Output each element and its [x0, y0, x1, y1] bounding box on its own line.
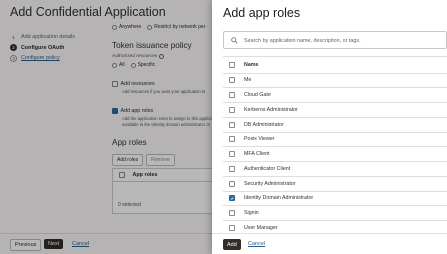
- add-button[interactable]: Add: [223, 239, 241, 250]
- role-name: Posix Viewer: [244, 136, 275, 143]
- app-roles-list: Name Me Cloud Gate Kerberos Administrator D…: [223, 56, 447, 236]
- list-item[interactable]: Security Administrator: [223, 177, 447, 192]
- role-name: Authenticator Client: [244, 165, 291, 172]
- role-name: User Manager: [244, 224, 278, 231]
- list-item[interactable]: Cloud Gate: [223, 88, 447, 104]
- list-item[interactable]: Signin: [223, 206, 447, 222]
- search-icon: [231, 37, 238, 44]
- role-name: Identity Domain Administrator: [244, 195, 314, 202]
- row-checkbox[interactable]: [229, 136, 235, 143]
- search-input[interactable]: [244, 33, 444, 48]
- role-name: MFA Client: [244, 151, 270, 158]
- list-header: Name: [223, 56, 447, 74]
- drawer-title: Add app roles: [223, 6, 301, 20]
- list-item[interactable]: DB Administrator: [223, 118, 447, 133]
- row-checkbox[interactable]: [229, 210, 235, 217]
- list-item[interactable]: Posix Viewer: [223, 133, 447, 148]
- check-icon: [230, 197, 234, 200]
- row-checkbox[interactable]: [229, 180, 235, 187]
- role-name: DB Administrator: [244, 121, 284, 128]
- role-name: Me: [244, 77, 252, 84]
- row-checkbox[interactable]: [229, 195, 235, 202]
- row-checkbox[interactable]: [229, 92, 235, 99]
- row-checkbox[interactable]: [229, 224, 235, 231]
- drawer-footer: Add Cancel: [212, 233, 447, 254]
- list-item[interactable]: Authenticator Client: [223, 162, 447, 177]
- role-name: Signin: [244, 210, 259, 217]
- list-item[interactable]: MFA Client: [223, 147, 447, 163]
- role-name: Security Administrator: [244, 180, 296, 187]
- list-item[interactable]: Identity Domain Administrator: [223, 192, 447, 207]
- add-app-roles-drawer: Add app roles Name Me Cloud Gate Kerberos …: [212, 0, 447, 254]
- list-item[interactable]: Me: [223, 74, 447, 89]
- role-name: Cloud Gate: [244, 92, 271, 99]
- row-checkbox[interactable]: [229, 121, 235, 128]
- name-column-header: Name: [244, 61, 259, 68]
- cancel-link[interactable]: Cancel: [248, 241, 265, 247]
- row-checkbox[interactable]: [229, 151, 235, 158]
- row-checkbox[interactable]: [229, 106, 235, 113]
- list-item[interactable]: Kerberos Administrator: [223, 103, 447, 118]
- role-name: Kerberos Administrator: [244, 106, 298, 113]
- select-all-checkbox[interactable]: [229, 61, 235, 68]
- search-box[interactable]: [223, 31, 447, 49]
- row-checkbox[interactable]: [229, 77, 235, 84]
- row-checkbox[interactable]: [229, 165, 235, 172]
